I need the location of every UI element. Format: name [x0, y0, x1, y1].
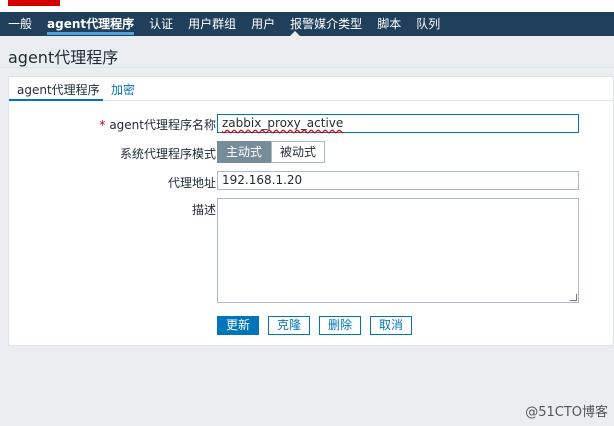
proxy-address-value: 192.168.1.20 [222, 173, 303, 187]
nav-item-users[interactable]: 用户 [251, 12, 275, 36]
nav-item-queue[interactable]: 队列 [416, 12, 440, 36]
proxy-address-label: 代理地址 [167, 176, 216, 190]
proxy-mode-toggle: 主动式 被动式 [217, 141, 326, 163]
page-title: agent代理程序 [8, 48, 119, 67]
tab-encryption[interactable]: 加密 [111, 81, 135, 98]
proxy-name-label: * agent代理程序名称 [99, 116, 216, 133]
description-label: 描述 [191, 203, 216, 217]
mode-passive-option[interactable]: 被动式 [271, 141, 326, 163]
mode-active-option[interactable]: 主动式 [217, 141, 272, 163]
proxy-mode-label: 系统代理程序模式 [119, 147, 216, 161]
tab-proxy[interactable]: agent代理程序 [17, 81, 100, 98]
update-button[interactable]: 更新 [217, 316, 260, 335]
proxy-name-label-text: agent代理程序名称 [109, 118, 216, 132]
nav-item-authentication[interactable]: 认证 [149, 12, 173, 36]
proxy-name-input[interactable]: zabbix_proxy_active [217, 114, 579, 133]
main-nav: 一般 agent代理程序 认证 用户群组 用户 报警媒介类型 脚本 队列 [0, 12, 614, 36]
page-header: agent代理程序 [0, 36, 614, 68]
form-actions: 更新 克隆 删除 取消 [217, 316, 421, 335]
nav-item-scripts[interactable]: 脚本 [377, 12, 401, 36]
required-asterisk: * [99, 118, 106, 132]
logo-strip [0, 0, 614, 12]
clone-button[interactable]: 克隆 [268, 316, 311, 335]
nav-item-proxies[interactable]: agent代理程序 [47, 12, 135, 36]
delete-button[interactable]: 删除 [319, 316, 362, 335]
watermark: @51CTO博客 [525, 405, 608, 420]
nav-item-media-types[interactable]: 报警媒介类型 [290, 12, 362, 36]
nav-item-user-groups[interactable]: 用户群组 [188, 12, 236, 36]
tab-bar: agent代理程序 加密 [9, 77, 614, 101]
active-tab-indicator [9, 99, 103, 101]
proxy-address-input[interactable]: 192.168.1.20 [217, 171, 579, 190]
resize-grip-icon[interactable] [570, 294, 577, 301]
cancel-button[interactable]: 取消 [370, 316, 413, 335]
nav-item-general[interactable]: 一般 [8, 12, 32, 36]
logo [8, 0, 60, 6]
description-textarea[interactable] [217, 198, 579, 303]
proxy-name-value: zabbix_proxy_active [222, 116, 344, 130]
